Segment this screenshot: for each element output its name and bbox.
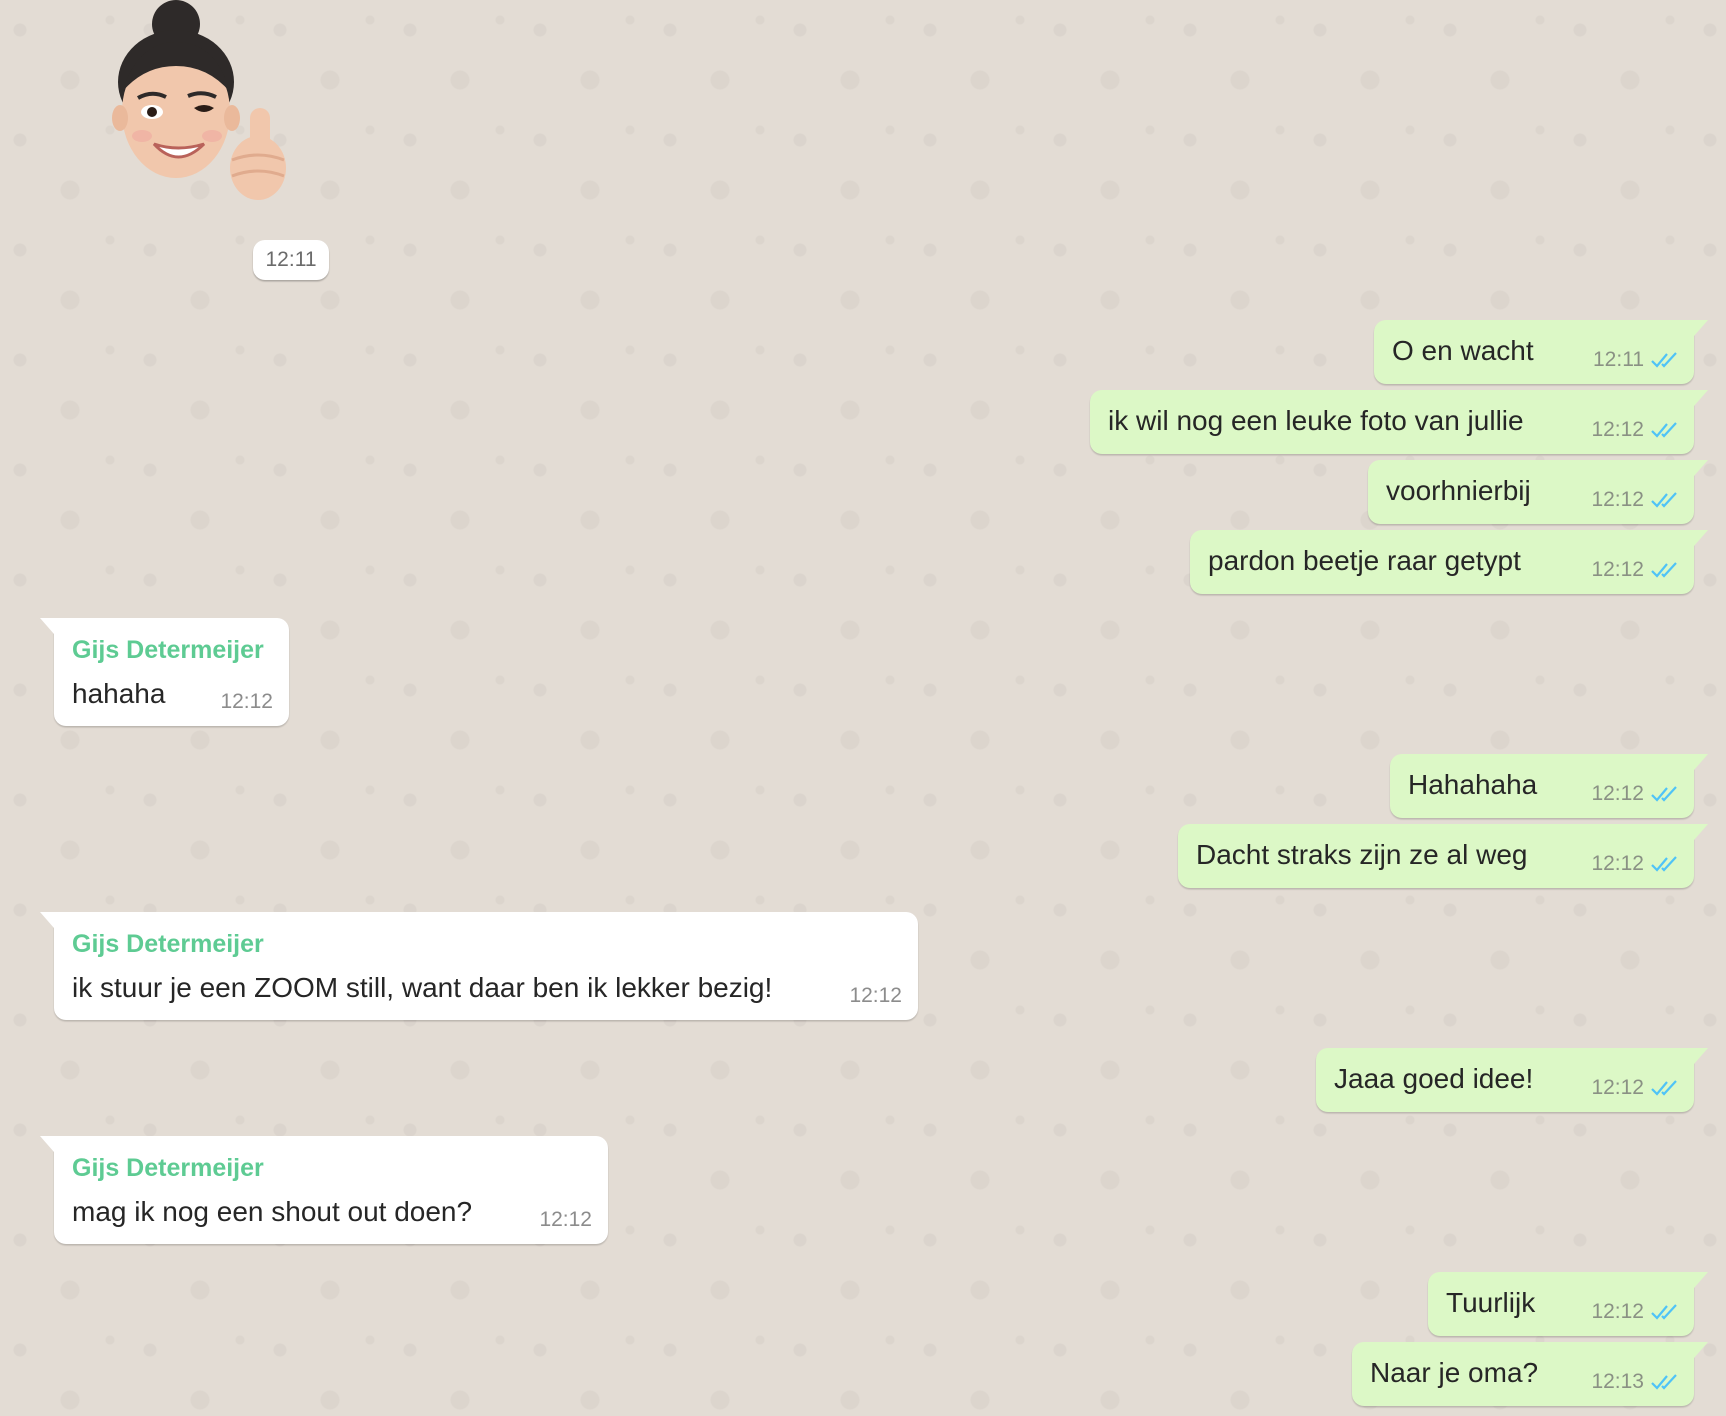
message-text: Naar je oma?: [1370, 1357, 1539, 1388]
double-check-icon: [1651, 1080, 1677, 1096]
message-meta: 12:13: [1591, 1370, 1680, 1394]
sender-name[interactable]: Gijs Determeijer: [72, 930, 264, 959]
message-text: mag ik nog een shout out doen?: [72, 1196, 473, 1227]
message-text: Hahahaha: [1408, 769, 1538, 800]
message-text: voorhnierbij: [1386, 475, 1531, 506]
double-check-icon: [1651, 352, 1677, 368]
message-time: 12:12: [1591, 488, 1644, 511]
message-meta: 12:12: [1591, 558, 1680, 582]
outgoing-message[interactable]: pardon beetje raar getypt 12:12: [1190, 530, 1708, 594]
memoji-sticker[interactable]: [108, 0, 298, 215]
sender-name[interactable]: Gijs Determeijer: [72, 636, 264, 665]
message-text: hahaha: [72, 678, 166, 709]
outgoing-message[interactable]: voorhnierbij 12:12: [1368, 460, 1708, 524]
outgoing-message[interactable]: Jaaa goed idee! 12:12: [1316, 1048, 1708, 1112]
incoming-message[interactable]: Gijs Determeijer mag ik nog een shout ou…: [40, 1136, 608, 1244]
message-meta: 12:12: [1591, 418, 1680, 442]
message-text: ik stuur je een ZOOM still, want daar be…: [72, 972, 773, 1003]
message-meta: 12:12: [1591, 1300, 1680, 1324]
message-text: pardon beetje raar getypt: [1208, 545, 1521, 576]
message-meta: 12:12: [1591, 488, 1680, 512]
message-meta: 12:12: [1591, 852, 1680, 876]
double-check-icon: [1651, 786, 1677, 802]
message-time: 12:12: [1591, 1300, 1644, 1323]
message-time: 12:12: [1591, 852, 1644, 875]
message-text: ik wil nog een leuke foto van jullie: [1108, 405, 1524, 436]
message-text: O en wacht: [1392, 335, 1534, 366]
outgoing-message[interactable]: Naar je oma? 12:13: [1352, 1342, 1708, 1406]
message-meta: 12:12: [539, 1208, 592, 1232]
message-time: 12:12: [220, 690, 273, 713]
memoji-thumbs-up-icon: [112, 0, 286, 200]
double-check-icon: [1651, 422, 1677, 438]
message-time: 12:12: [1591, 558, 1644, 581]
outgoing-message[interactable]: ik wil nog een leuke foto van jullie 12:…: [1090, 390, 1708, 454]
incoming-message[interactable]: Gijs Determeijer hahaha 12:12: [40, 618, 289, 726]
message-text: Dacht straks zijn ze al weg: [1196, 839, 1528, 870]
message-time: 12:12: [1591, 782, 1644, 805]
chat-background: 12:11 O en wacht 12:11 ik wil nog een le…: [0, 0, 1726, 1416]
message-meta: 12:12: [1591, 1076, 1680, 1100]
outgoing-message[interactable]: O en wacht 12:11: [1374, 320, 1708, 384]
message-meta: 12:12: [1591, 782, 1680, 806]
double-check-icon: [1651, 1374, 1677, 1390]
double-check-icon: [1651, 1304, 1677, 1320]
sender-name[interactable]: Gijs Determeijer: [72, 1154, 264, 1183]
message-time: 12:11: [1593, 348, 1644, 371]
message-text: Tuurlijk: [1446, 1287, 1536, 1318]
message-time: 12:13: [1591, 1370, 1644, 1393]
message-meta: 12:11: [1593, 348, 1680, 372]
message-text: Jaaa goed idee!: [1334, 1063, 1534, 1094]
message-time: 12:12: [849, 984, 902, 1007]
message-time: 12:12: [1591, 418, 1644, 441]
double-check-icon: [1651, 856, 1677, 872]
outgoing-message[interactable]: Dacht straks zijn ze al weg 12:12: [1178, 824, 1708, 888]
double-check-icon: [1651, 562, 1677, 578]
message-meta: 12:12: [849, 984, 902, 1008]
outgoing-message[interactable]: Hahahaha 12:12: [1390, 754, 1708, 818]
message-time: 12:12: [1591, 1076, 1644, 1099]
message-time: 12:12: [539, 1208, 592, 1231]
sticker-timestamp: 12:11: [253, 240, 329, 280]
outgoing-message[interactable]: Tuurlijk 12:12: [1428, 1272, 1708, 1336]
message-meta: 12:12: [220, 690, 273, 714]
incoming-message[interactable]: Gijs Determeijer ik stuur je een ZOOM st…: [40, 912, 918, 1020]
double-check-icon: [1651, 492, 1677, 508]
